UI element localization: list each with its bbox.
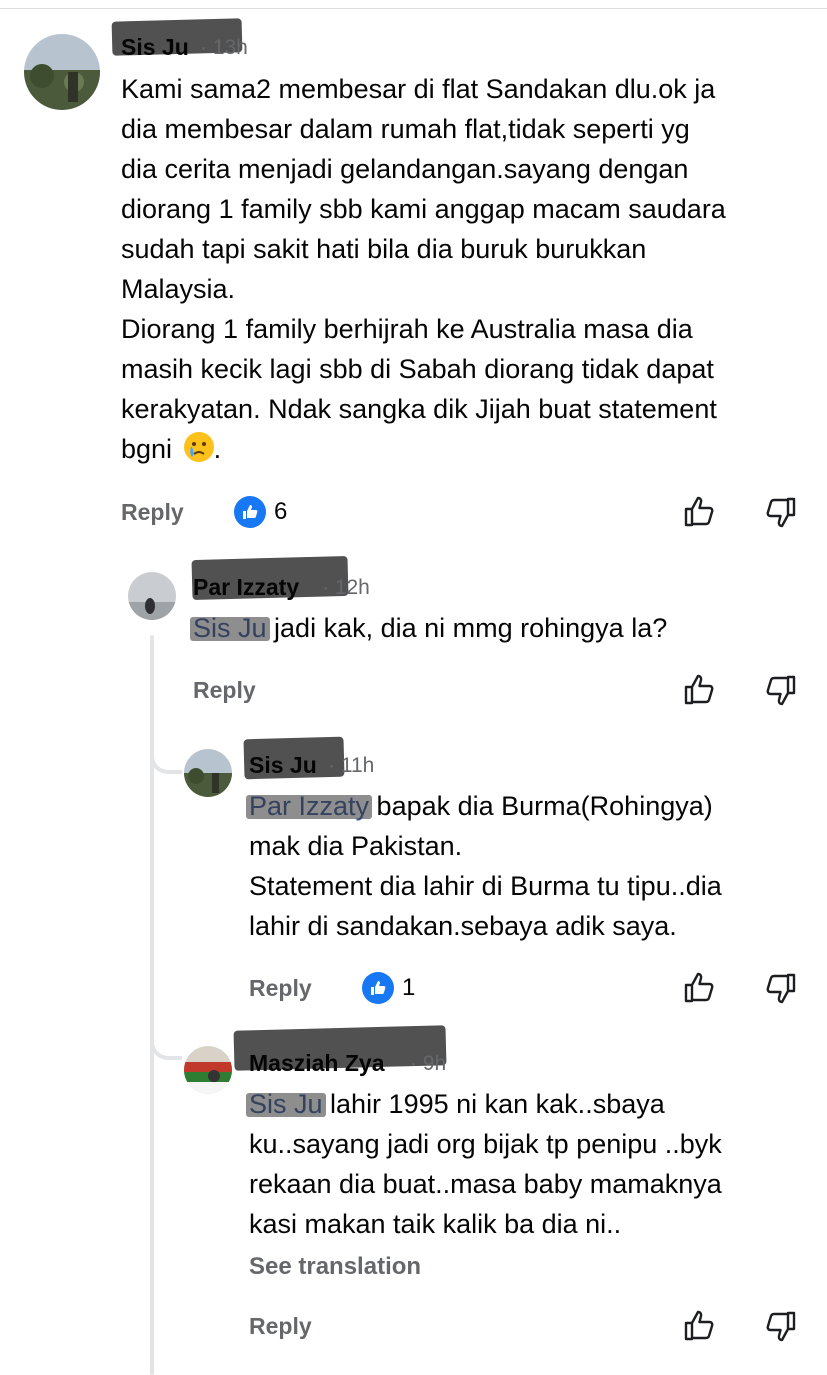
- thumbs-up-icon[interactable]: [683, 971, 717, 1005]
- reply-button[interactable]: Reply: [249, 975, 312, 1002]
- thread-connector: [150, 1038, 182, 1060]
- comment-text: Sis Ju lahir 1995 ni kan kak..sbaya ku..…: [249, 1089, 722, 1239]
- comment-timestamp: · 13h: [200, 36, 248, 59]
- comment-timestamp: · 12h: [322, 576, 370, 599]
- comment-text: Kami sama2 membesar di flat Sandakan dlu…: [121, 74, 726, 464]
- reply-button[interactable]: Reply: [121, 499, 184, 526]
- thread-line: [150, 635, 154, 1375]
- comment-text: Sis Ju jadi kak, dia ni mmg rohingya la?: [193, 613, 668, 643]
- thumbs-down-icon[interactable]: [763, 495, 797, 529]
- comment-author[interactable]: Par Izzaty: [193, 574, 299, 601]
- reply-button[interactable]: Reply: [193, 677, 256, 704]
- comment-text: Par Izzaty bapak dia Burma(Rohingya) mak…: [249, 791, 722, 941]
- mention-link[interactable]: Sis Ju: [193, 613, 267, 643]
- comment-author[interactable]: Sis Ju: [249, 752, 317, 779]
- comment-timestamp: · 9h: [410, 1052, 447, 1075]
- mention-link[interactable]: Par Izzaty: [249, 791, 369, 821]
- like-reaction-icon[interactable]: [234, 496, 266, 528]
- like-reaction-icon[interactable]: [362, 972, 394, 1004]
- crying-face-emoji: [183, 432, 214, 462]
- see-translation-link[interactable]: See translation: [249, 1253, 421, 1281]
- avatar[interactable]: [184, 1046, 232, 1094]
- thumbs-down-icon[interactable]: [763, 673, 797, 707]
- thumbs-up-icon[interactable]: [683, 495, 717, 529]
- mention-link[interactable]: Sis Ju: [249, 1089, 323, 1119]
- like-count[interactable]: 6: [274, 498, 287, 526]
- thumbs-up-icon[interactable]: [683, 1309, 717, 1343]
- comment-author[interactable]: Masziah Zya: [249, 1050, 385, 1077]
- comment-author[interactable]: Sis Ju: [121, 34, 189, 61]
- avatar[interactable]: [24, 34, 100, 110]
- top-divider: [0, 8, 827, 9]
- thumbs-up-icon[interactable]: [683, 673, 717, 707]
- avatar[interactable]: [128, 572, 176, 620]
- thread-connector: [150, 752, 182, 774]
- thumbs-down-icon[interactable]: [763, 971, 797, 1005]
- avatar[interactable]: [184, 749, 232, 797]
- thumbs-down-icon[interactable]: [763, 1309, 797, 1343]
- comment-timestamp: · 11h: [328, 754, 375, 777]
- like-count[interactable]: 1: [402, 974, 415, 1002]
- reply-button[interactable]: Reply: [249, 1313, 312, 1340]
